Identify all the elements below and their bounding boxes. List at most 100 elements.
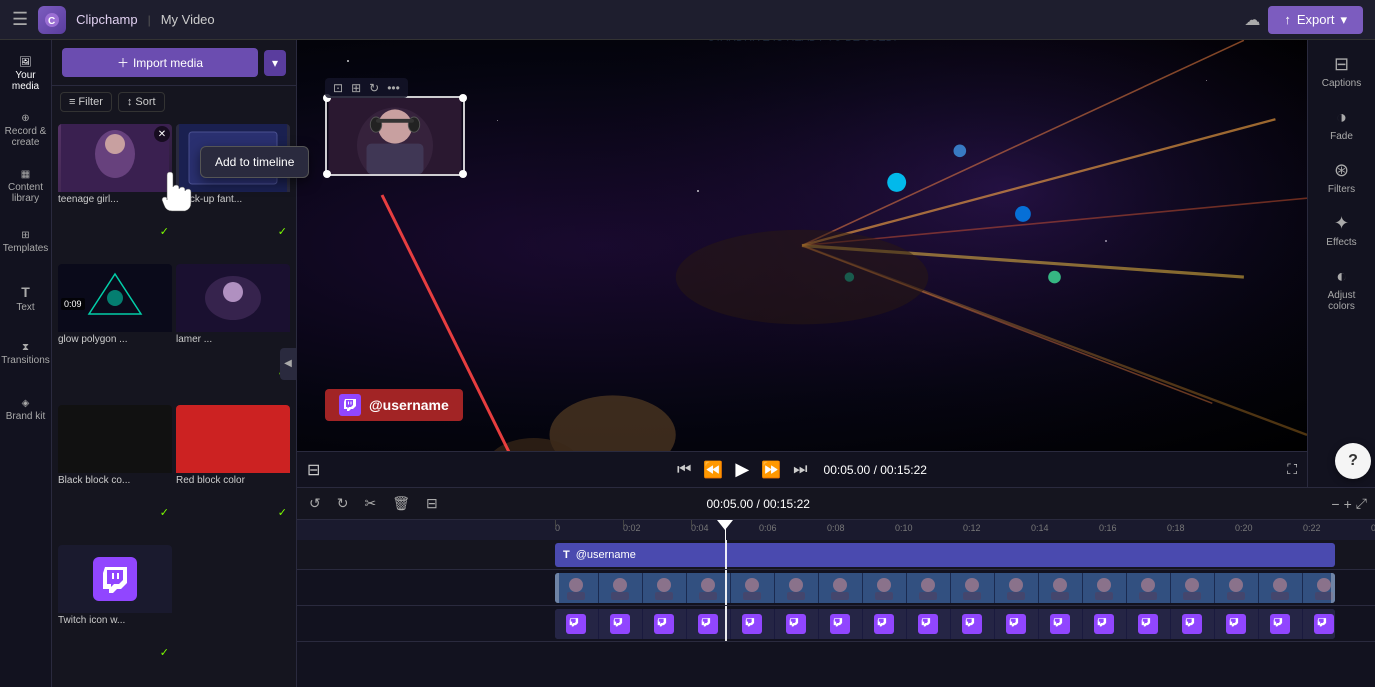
- list-item[interactable]: ✓ Twitch icon w...: [58, 545, 172, 681]
- list-item[interactable]: ✓ lamer ...: [176, 264, 290, 400]
- playhead-triangle: [717, 520, 733, 530]
- transitions-icon: ⧗: [22, 342, 29, 353]
- ruler-label: 0:14: [1031, 523, 1049, 533]
- svg-text:C: C: [48, 16, 55, 27]
- fast-forward-button[interactable]: ⏩: [761, 460, 781, 480]
- pip-handle-tr[interactable]: [459, 94, 467, 102]
- filter-button[interactable]: ≡ Filter: [60, 92, 112, 112]
- your-media-icon: 🖼: [19, 57, 32, 68]
- sidebar-item-brand-kit[interactable]: ◈ Brand kit: [4, 384, 48, 436]
- media-grid: ✕ ✓ teenage girl... GAME OVERGAME OVER ✓…: [52, 118, 296, 687]
- project-name: My Video: [161, 12, 215, 27]
- ruler-label: 0:18: [1167, 523, 1185, 533]
- list-item[interactable]: ✓ Red block color: [176, 405, 290, 541]
- zoom-in-button[interactable]: +: [1344, 496, 1352, 512]
- media-item-label: Red block color: [176, 473, 290, 488]
- ruler-label: 0:24: [1371, 523, 1375, 533]
- media-panel-header: ＋ Import media ▾: [52, 40, 296, 86]
- import-media-button[interactable]: ＋ Import media: [62, 48, 258, 77]
- prop-item-adjust-colors[interactable]: ◐ Adjust colors: [1314, 260, 1370, 318]
- prop-item-captions[interactable]: ⊟ Captions: [1314, 48, 1370, 95]
- delete-button[interactable]: 🗑: [388, 493, 414, 514]
- cut-button[interactable]: ✂: [360, 493, 380, 514]
- ruler-label: 0:12: [963, 523, 981, 533]
- hamburger-icon[interactable]: ☰: [12, 9, 28, 30]
- sidebar-label: Templates: [3, 243, 49, 254]
- fullscreen-button[interactable]: ⛶: [1287, 461, 1297, 478]
- filters-icon: ⊛: [1334, 160, 1349, 181]
- list-item[interactable]: GAME OVERGAME OVER ✓ Mock-up fant...: [176, 124, 290, 260]
- list-item[interactable]: ✓ Black block co...: [58, 405, 172, 541]
- timeline: ↺ ↻ ✂ 🗑 ⊟ 00:05.00 / 00:15:22 − + ⤢: [297, 487, 1375, 687]
- help-bubble[interactable]: ?: [1335, 443, 1371, 479]
- ruler-tick: [623, 520, 624, 528]
- export-icon: ↑: [1284, 12, 1291, 27]
- video-track-clip[interactable]: [555, 573, 1335, 603]
- captions-icon: ⊟: [1334, 54, 1349, 75]
- import-label: Import media: [133, 56, 203, 70]
- export-button[interactable]: ↑ Export ▾: [1268, 6, 1363, 34]
- timeline-current-time: 00:05.00: [706, 497, 753, 511]
- pip-handle-br[interactable]: [459, 170, 467, 178]
- app-logo: C: [38, 6, 66, 34]
- sort-icon: ↕: [127, 96, 133, 108]
- zoom-out-button[interactable]: −: [1331, 496, 1339, 512]
- text-track-clip[interactable]: T @username: [555, 543, 1335, 567]
- play-button[interactable]: ▶: [735, 459, 749, 480]
- undo-button[interactable]: ↺: [305, 493, 325, 514]
- icon-track-row: [297, 606, 1375, 642]
- more-icon[interactable]: •••: [387, 81, 400, 95]
- subtitle-toggle-button[interactable]: ⊟: [307, 460, 320, 480]
- collapse-panel-button[interactable]: ◀: [280, 348, 296, 380]
- split-button[interactable]: ⊟: [422, 493, 442, 514]
- playhead-track-line: [725, 540, 727, 569]
- sidebar-item-text[interactable]: T Text: [4, 272, 48, 324]
- rewind-button[interactable]: ⏪: [703, 460, 723, 480]
- right-panel: 16:9: [297, 40, 1375, 687]
- sort-button[interactable]: ↕ Sort: [118, 92, 165, 112]
- prop-item-fade[interactable]: ◑ Fade: [1314, 101, 1370, 148]
- video-track-row: [297, 570, 1375, 606]
- text-track-label: @username: [576, 549, 636, 561]
- crop-icon[interactable]: ⊡: [333, 81, 343, 95]
- import-dropdown-button[interactable]: ▾: [264, 50, 286, 76]
- sidebar-item-your-media[interactable]: 🖼 Your media: [4, 48, 48, 100]
- prop-item-effects[interactable]: ✦ Effects: [1314, 207, 1370, 254]
- sidebar-item-transitions[interactable]: ⧗ Transitions: [4, 328, 48, 380]
- ruler-label: 0:08: [827, 523, 845, 533]
- media-check-icon: ✓: [278, 225, 287, 238]
- list-item[interactable]: ✕ ✓ teenage girl...: [58, 124, 172, 260]
- fit-icon[interactable]: ⊞: [351, 81, 361, 95]
- icon-track-content: [555, 606, 1375, 641]
- preview-and-props: 16:9: [297, 40, 1375, 487]
- pip-handle-bl[interactable]: [323, 170, 331, 178]
- app-name: Clipchamp: [76, 12, 137, 27]
- sidebar-icons: 🖼 Your media ⊕ Record & create ▦ Content…: [0, 40, 52, 687]
- prop-item-filters[interactable]: ⊛ Filters: [1314, 154, 1370, 201]
- media-item-label: teenage girl...: [58, 192, 172, 207]
- icon-track-clip[interactable]: [555, 609, 1335, 639]
- redo-button[interactable]: ↻: [333, 493, 353, 514]
- delete-media-button[interactable]: ✕: [154, 126, 170, 142]
- captions-label: Captions: [1322, 78, 1361, 89]
- sidebar-item-content-library[interactable]: ▦ Content library: [4, 160, 48, 212]
- list-item[interactable]: 0:09 glow polygon ...: [58, 264, 172, 400]
- rotate-icon[interactable]: ↻: [369, 81, 379, 95]
- media-item-label: Mock-up fant...: [176, 192, 290, 207]
- skip-forward-button[interactable]: ⏭: [793, 461, 807, 479]
- preview-controls: ⏮ ⏪ ▶ ⏩ ⏭: [677, 459, 808, 480]
- sidebar-item-record-create[interactable]: ⊕ Record & create: [4, 104, 48, 156]
- pip-overlay[interactable]: [325, 96, 465, 176]
- sidebar-item-templates[interactable]: ⊞ Templates: [4, 216, 48, 268]
- timeline-ruler: 0 0:02 0:04 0:06 0:08 0:10 0:12 0:14 0:1…: [297, 520, 1375, 540]
- clip-bracket-right: [1331, 573, 1335, 603]
- sidebar-label: Text: [16, 302, 34, 313]
- add-to-timeline-tooltip: Add to timeline: [200, 146, 309, 178]
- current-time: 00:05.00: [824, 463, 871, 477]
- sidebar-label: Your media: [4, 70, 48, 92]
- media-item-label: lamer ...: [176, 332, 290, 347]
- preview-toolbar: ⊟ ⏮ ⏪ ▶ ⏩ ⏭ 00:05.00 / 00:15:22: [297, 451, 1307, 487]
- fit-zoom-button[interactable]: ⤢: [1356, 495, 1367, 512]
- skip-back-button[interactable]: ⏮: [677, 461, 691, 479]
- topbar: ☰ C Clipchamp | My Video ☁ ↑ Export ▾: [0, 0, 1375, 40]
